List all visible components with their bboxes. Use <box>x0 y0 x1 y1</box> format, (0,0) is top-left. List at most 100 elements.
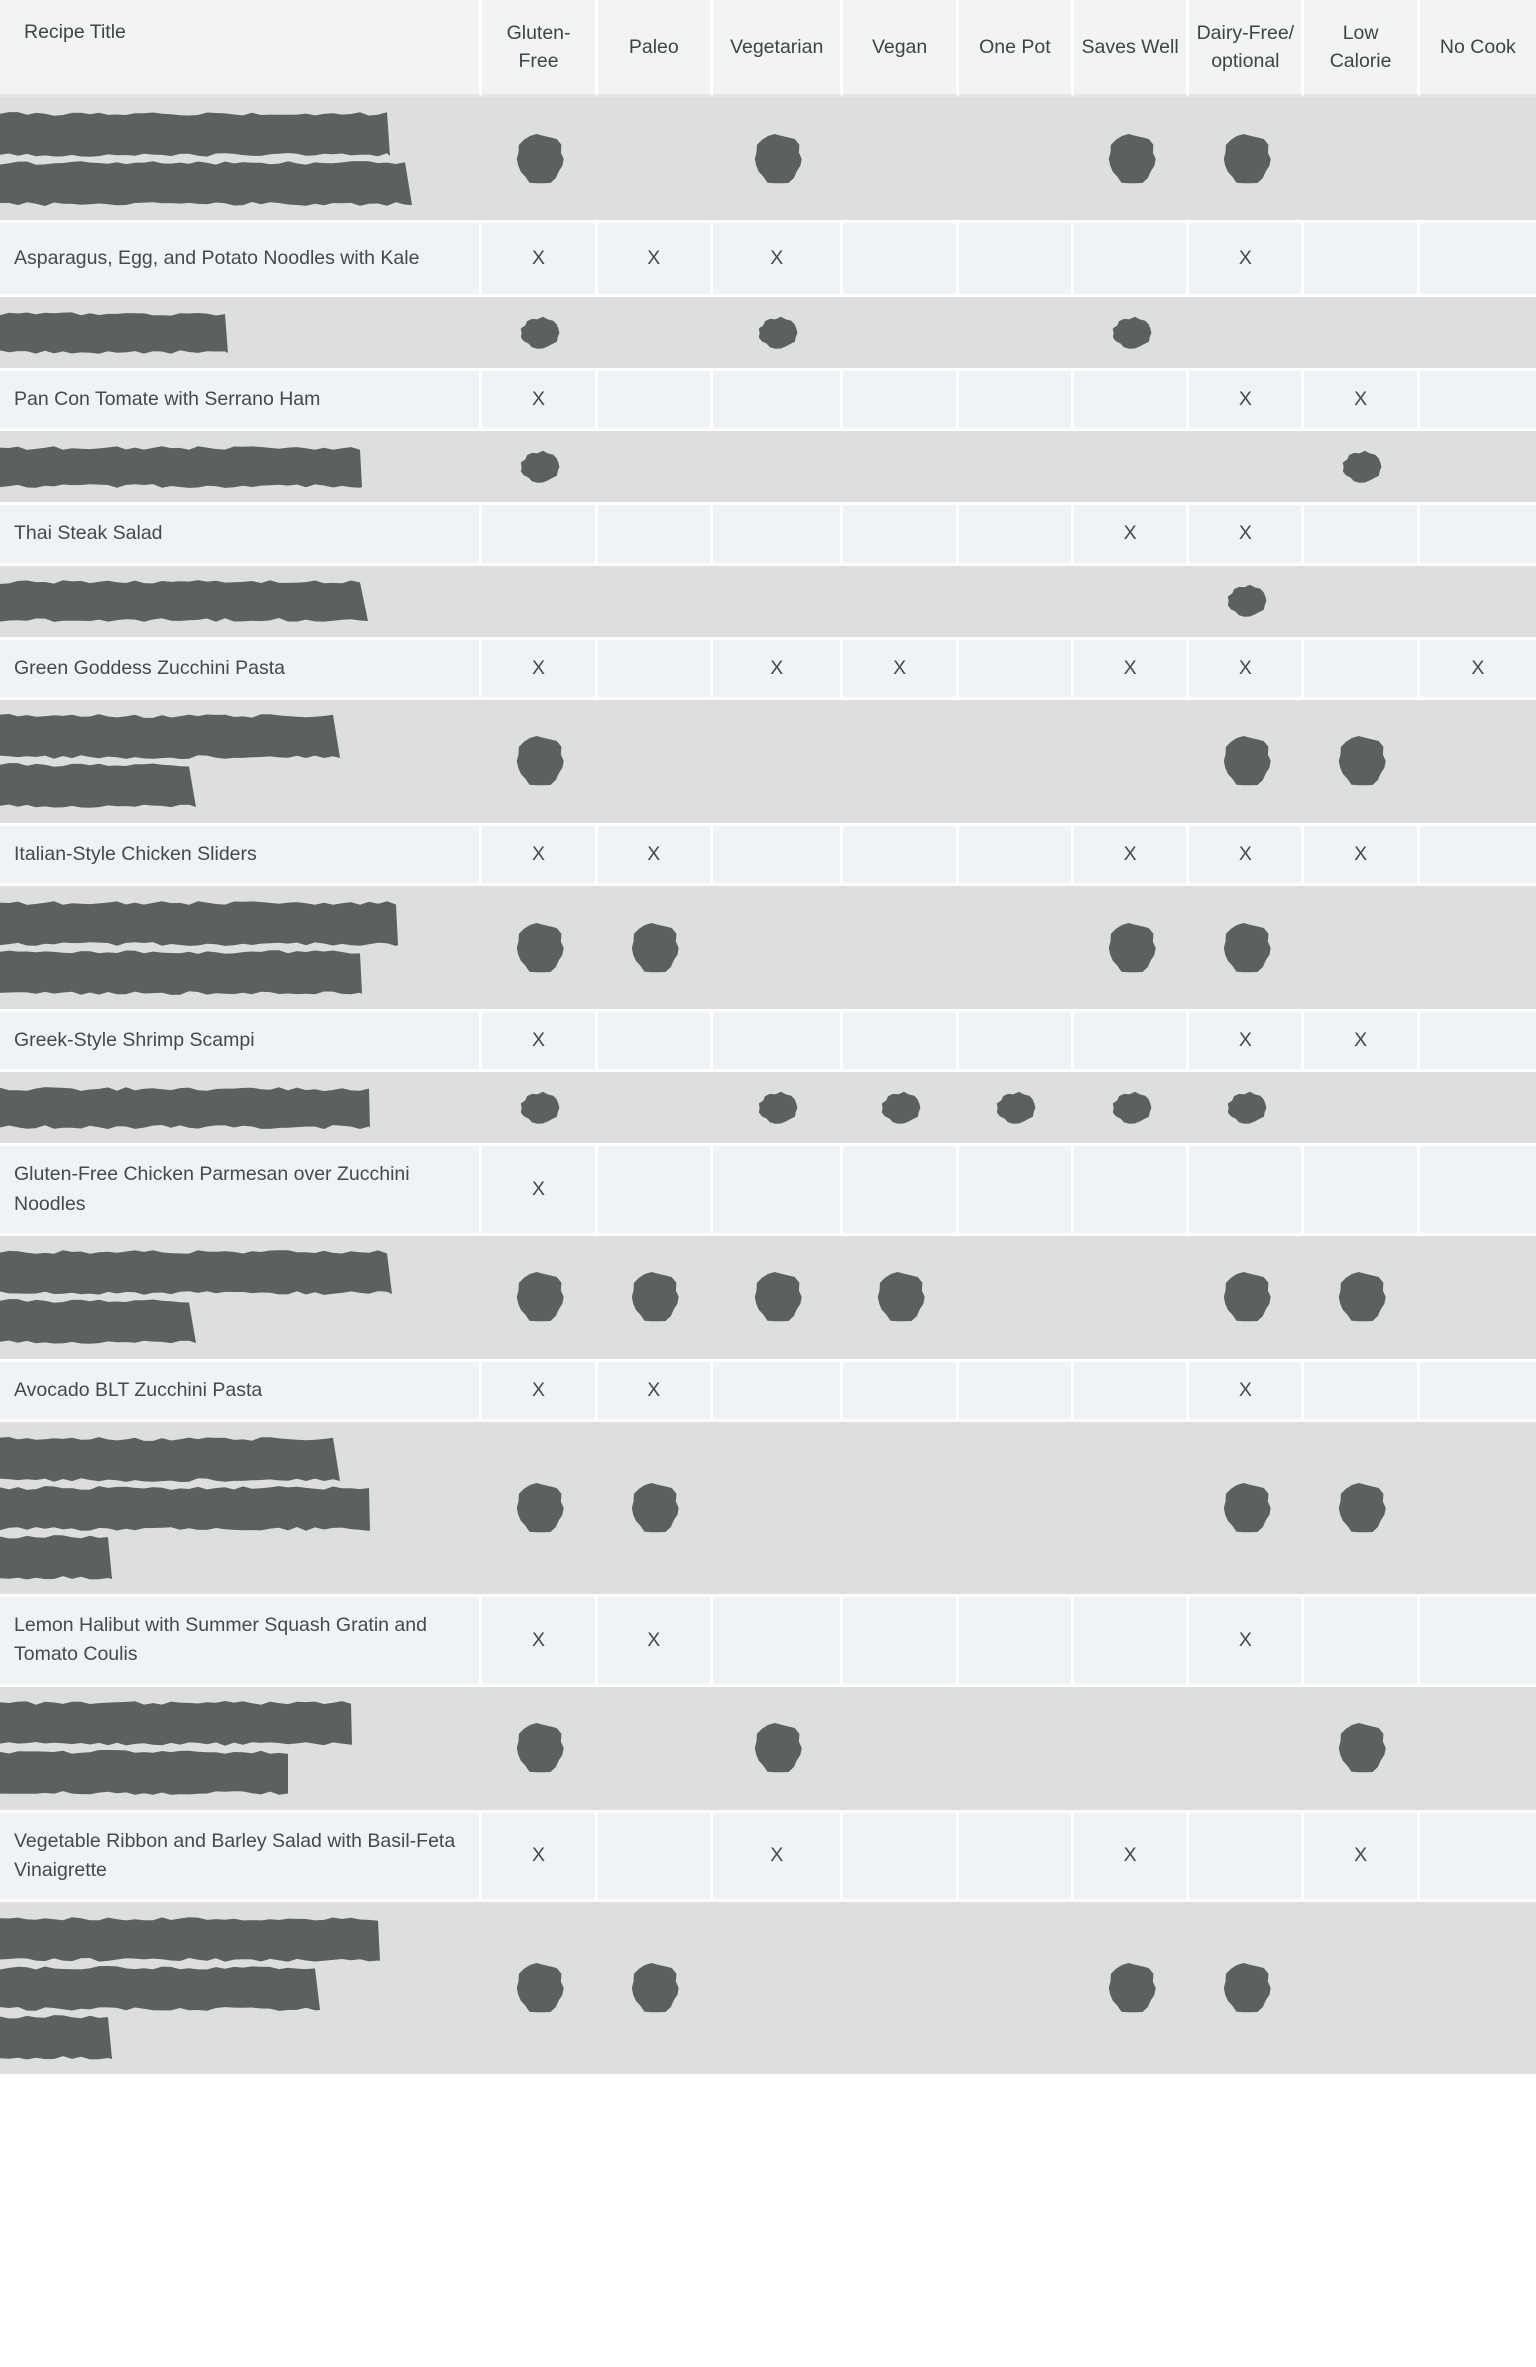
cell-one-pot[interactable] <box>958 699 1074 826</box>
cell-vegan[interactable] <box>843 565 959 640</box>
recipe-title-cell[interactable] <box>0 297 483 371</box>
cell-paleo[interactable] <box>597 97 713 223</box>
cell-no-cook[interactable] <box>1419 1812 1536 1902</box>
cell-no-cook[interactable] <box>1419 97 1536 223</box>
cell-paleo[interactable]: X <box>597 825 713 886</box>
cell-vegan[interactable] <box>843 223 959 297</box>
recipe-title-cell[interactable]: Lemon Halibut with Summer Squash Gratin … <box>0 1597 483 1687</box>
column-header-no-cook[interactable]: No Cook <box>1419 0 1536 97</box>
recipe-title-cell[interactable] <box>0 97 483 223</box>
cell-saves-well[interactable] <box>1073 97 1190 223</box>
cell-saves-well[interactable] <box>1073 1422 1190 1597</box>
cell-vegan[interactable] <box>843 1235 959 1362</box>
cell-saves-well[interactable] <box>1073 1686 1190 1813</box>
cell-paleo[interactable] <box>597 565 713 640</box>
table-row-redacted[interactable] <box>0 1072 1536 1147</box>
recipe-title-cell[interactable]: Avocado BLT Zucchini Pasta <box>0 1361 483 1422</box>
table-row-redacted[interactable] <box>0 1422 1536 1597</box>
cell-dairy-free[interactable]: X <box>1189 1597 1305 1687</box>
cell-saves-well[interactable] <box>1073 886 1190 1012</box>
cell-one-pot[interactable] <box>958 1012 1074 1073</box>
cell-vegan[interactable] <box>843 825 959 886</box>
cell-low-calorie[interactable] <box>1304 565 1420 640</box>
cell-paleo[interactable] <box>597 1012 713 1073</box>
cell-saves-well[interactable] <box>1073 1146 1190 1236</box>
column-header-paleo[interactable]: Paleo <box>597 0 713 97</box>
cell-saves-well[interactable] <box>1073 1361 1190 1422</box>
cell-one-pot[interactable] <box>958 1902 1074 2077</box>
cell-no-cook[interactable] <box>1419 297 1536 371</box>
cell-vegetarian[interactable] <box>712 1361 844 1422</box>
cell-gluten-free[interactable]: X <box>482 371 598 432</box>
column-header-saves-well[interactable]: Saves Well <box>1073 0 1190 97</box>
cell-dairy-free[interactable] <box>1189 1235 1305 1362</box>
cell-vegan[interactable] <box>843 297 959 371</box>
recipe-title-cell[interactable] <box>0 1902 483 2077</box>
cell-vegan[interactable] <box>843 1812 959 1902</box>
recipe-title-cell[interactable] <box>0 565 483 640</box>
cell-vegetarian[interactable] <box>712 1146 844 1236</box>
cell-vegetarian[interactable] <box>712 699 844 826</box>
cell-vegetarian[interactable] <box>712 825 844 886</box>
table-row-redacted[interactable] <box>0 1235 1536 1362</box>
cell-vegetarian[interactable] <box>712 1686 844 1813</box>
cell-paleo[interactable] <box>597 639 713 700</box>
cell-low-calorie[interactable] <box>1304 699 1420 826</box>
cell-saves-well[interactable] <box>1073 1902 1190 2077</box>
cell-vegetarian[interactable] <box>712 565 844 640</box>
cell-saves-well[interactable] <box>1073 1597 1190 1687</box>
cell-low-calorie[interactable] <box>1304 297 1420 371</box>
cell-one-pot[interactable] <box>958 1235 1074 1362</box>
cell-one-pot[interactable] <box>958 1072 1074 1147</box>
recipe-title-cell[interactable]: Green Goddess Zucchini Pasta <box>0 639 483 700</box>
cell-dairy-free[interactable] <box>1189 565 1305 640</box>
cell-no-cook[interactable] <box>1419 699 1536 826</box>
cell-no-cook[interactable] <box>1419 1422 1536 1597</box>
cell-low-calorie[interactable] <box>1304 639 1420 700</box>
cell-paleo[interactable] <box>597 1422 713 1597</box>
cell-vegan[interactable] <box>843 886 959 1012</box>
cell-paleo[interactable] <box>597 699 713 826</box>
cell-gluten-free[interactable]: X <box>482 1012 598 1073</box>
table-row[interactable]: Avocado BLT Zucchini Pasta X X X <box>0 1361 1536 1422</box>
cell-vegetarian[interactable] <box>712 371 844 432</box>
cell-paleo[interactable] <box>597 1902 713 2077</box>
cell-dairy-free[interactable]: X <box>1189 505 1305 566</box>
cell-gluten-free[interactable]: X <box>482 825 598 886</box>
cell-vegan[interactable] <box>843 1902 959 2077</box>
cell-low-calorie[interactable] <box>1304 1902 1420 2077</box>
cell-low-calorie[interactable] <box>1304 431 1420 506</box>
cell-no-cook[interactable] <box>1419 1146 1536 1236</box>
table-row-redacted[interactable] <box>0 431 1536 506</box>
recipe-title-cell[interactable] <box>0 699 483 826</box>
recipe-title-cell[interactable] <box>0 1686 483 1813</box>
cell-low-calorie[interactable]: X <box>1304 1812 1420 1902</box>
cell-vegan[interactable] <box>843 1146 959 1236</box>
cell-one-pot[interactable] <box>958 565 1074 640</box>
cell-one-pot[interactable] <box>958 223 1074 297</box>
cell-vegetarian[interactable]: X <box>712 223 844 297</box>
cell-no-cook[interactable] <box>1419 1361 1536 1422</box>
recipe-title-cell[interactable] <box>0 1422 483 1597</box>
recipe-title-cell[interactable]: Thai Steak Salad <box>0 505 483 566</box>
column-header-vegan[interactable]: Vegan <box>843 0 959 97</box>
table-row-redacted[interactable] <box>0 97 1536 223</box>
cell-dairy-free[interactable]: X <box>1189 371 1305 432</box>
cell-dairy-free[interactable] <box>1189 699 1305 826</box>
cell-dairy-free[interactable] <box>1189 1686 1305 1813</box>
cell-dairy-free[interactable] <box>1189 1902 1305 2077</box>
cell-paleo[interactable]: X <box>597 223 713 297</box>
cell-saves-well[interactable] <box>1073 223 1190 297</box>
column-header-one-pot[interactable]: One Pot <box>958 0 1074 97</box>
cell-one-pot[interactable] <box>958 1361 1074 1422</box>
cell-low-calorie[interactable] <box>1304 886 1420 1012</box>
cell-no-cook[interactable] <box>1419 1902 1536 2077</box>
cell-no-cook[interactable] <box>1419 1072 1536 1147</box>
cell-saves-well[interactable] <box>1073 1012 1190 1073</box>
cell-one-pot[interactable] <box>958 97 1074 223</box>
cell-saves-well[interactable] <box>1073 371 1190 432</box>
column-header-gluten-free[interactable]: Gluten-Free <box>482 0 598 97</box>
cell-gluten-free[interactable] <box>482 1235 598 1362</box>
cell-saves-well[interactable] <box>1073 297 1190 371</box>
cell-paleo[interactable] <box>597 1072 713 1147</box>
